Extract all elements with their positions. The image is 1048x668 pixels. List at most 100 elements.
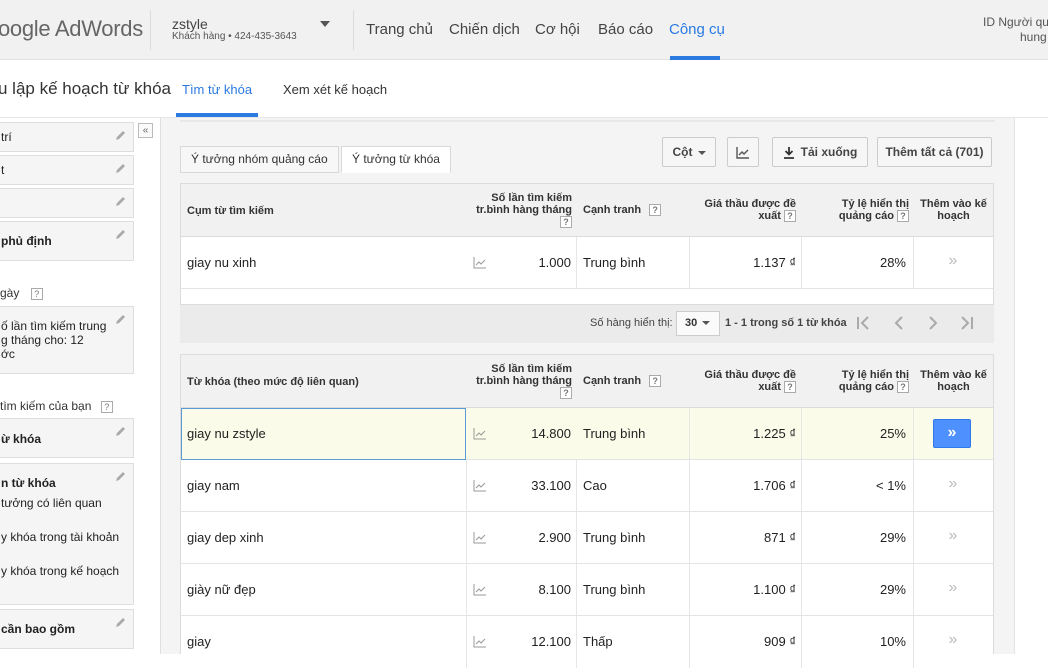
impression-share: 29% — [879, 530, 906, 545]
nav-tools[interactable]: Công cụ — [669, 21, 725, 38]
help-icon[interactable]: ? — [897, 210, 909, 223]
add-to-plan-button[interactable]: » — [944, 580, 962, 598]
collapse-sidebar-button[interactable]: « — [138, 123, 153, 138]
chart-toggle-button[interactable] — [727, 137, 759, 167]
col-ad-impression-share[interactable]: Tỷ lệ hiển thị quảng cáo ? — [805, 369, 909, 394]
pencil-icon[interactable] — [115, 195, 127, 207]
col-add-to-plan: Thêm vào kế hoạch — [916, 198, 991, 222]
range-text: 1 - 1 trong số 1 từ khóa — [725, 317, 847, 329]
rows-per-page-select[interactable]: 30 — [676, 311, 720, 336]
pencil-icon[interactable] — [115, 313, 127, 325]
help-icon[interactable]: ? — [560, 216, 572, 229]
avg-searches: 14.800 — [531, 426, 571, 441]
keyword-text[interactable]: giay nam — [187, 478, 240, 493]
help-icon[interactable]: ? — [100, 400, 113, 413]
nav-home[interactable]: Trang chủ — [366, 21, 433, 38]
help-icon[interactable]: ? — [30, 287, 43, 300]
tab-keyword-ideas[interactable]: Ý tưởng từ khóa — [341, 146, 451, 173]
sidebar-network[interactable] — [0, 188, 134, 218]
account-dropdown-icon[interactable] — [320, 21, 330, 27]
sidebar-date-range[interactable]: ố lần tìm kiếm trung g tháng cho: 12 ớc — [0, 306, 134, 374]
tab-ad-group-ideas[interactable]: Ý tưởng nhóm quảng cáo — [180, 146, 339, 173]
sidebar-language[interactable]: t — [0, 155, 134, 185]
add-to-plan-button[interactable]: » — [944, 253, 962, 271]
last-page-icon[interactable] — [958, 314, 976, 332]
trend-chart-icon[interactable] — [473, 428, 487, 440]
col-competition-label: Cạnh tranh — [583, 204, 642, 216]
col-suggested-bid[interactable]: Giá thầu được đề xuất ? — [691, 198, 796, 223]
pencil-icon[interactable] — [115, 228, 127, 240]
tab-review-plan[interactable]: Xem xét kế hoạch — [283, 82, 387, 97]
table-header: Từ khóa (theo mức độ liên quan) Số lần t… — [181, 355, 993, 408]
col-bid-line2: xuất — [758, 381, 781, 393]
first-page-icon[interactable] — [854, 314, 872, 332]
table-row: giay dep xinh 2.900 Trung bình 871 ₫ 29%… — [181, 512, 993, 564]
subtab-active-indicator — [176, 113, 258, 117]
col-avg-searches-line2: tr.bình hàng tháng — [476, 375, 572, 387]
keyword-ideas-table: Từ khóa (theo mức độ liên quan) Số lần t… — [180, 354, 994, 668]
col-competition[interactable]: Cạnh tranh ? — [583, 204, 662, 217]
keyword-text[interactable]: giay — [187, 634, 211, 649]
suggested-bid: 871 ₫ — [764, 530, 796, 545]
help-icon[interactable]: ? — [897, 381, 909, 394]
trend-chart-icon[interactable] — [473, 584, 487, 596]
column-divider — [801, 616, 802, 668]
nav-opportunities[interactable]: Cơ hội — [535, 21, 580, 38]
col-competition[interactable]: Cạnh tranh ? — [583, 375, 662, 388]
add-to-plan-button[interactable]: » — [944, 528, 962, 546]
trend-chart-icon[interactable] — [473, 257, 487, 269]
columns-button[interactable]: Cột — [662, 137, 716, 167]
trend-chart-icon[interactable] — [473, 636, 487, 648]
keyword-text[interactable]: giay nu zstyle — [187, 426, 266, 441]
keyword-text[interactable]: giay nu xinh — [187, 255, 256, 270]
adwords-logo[interactable]: oogle AdWords — [0, 16, 143, 42]
col-suggested-bid[interactable]: Giá thầu được đề xuất ? — [691, 369, 796, 394]
pencil-icon[interactable] — [115, 425, 127, 437]
nav-campaigns[interactable]: Chiến dịch — [449, 21, 520, 38]
help-icon[interactable]: ? — [784, 210, 796, 223]
previous-page-icon[interactable] — [890, 314, 908, 332]
suggested-bid: 1.100 ₫ — [753, 582, 796, 597]
tab-find-keywords[interactable]: Tìm từ khóa — [182, 82, 252, 97]
sidebar-keyword-filters[interactable]: ừ khóa — [0, 418, 134, 458]
impression-share: 29% — [879, 582, 906, 597]
add-to-plan-button[interactable]: » — [944, 476, 962, 494]
table-row: giày nữ đẹp 8.100 Trung bình 1.100 ₫ 29%… — [181, 564, 993, 616]
pencil-icon[interactable] — [115, 162, 127, 174]
sidebar-location[interactable]: trí — [0, 122, 134, 152]
download-button[interactable]: Tải xuống — [772, 137, 868, 167]
help-icon[interactable]: ? — [784, 381, 796, 394]
keyword-text[interactable]: giày nữ đẹp — [187, 582, 256, 597]
trend-chart-icon[interactable] — [473, 532, 487, 544]
column-divider — [689, 460, 690, 511]
help-icon[interactable]: ? — [649, 204, 662, 217]
next-page-icon[interactable] — [924, 314, 942, 332]
sidebar-negative-keywords[interactable]: phủ định — [0, 221, 134, 261]
column-divider — [801, 512, 802, 563]
user-info[interactable]: ID Người qu hung — [983, 15, 1048, 45]
col-ad-impression-share[interactable]: Tỷ lệ hiển thị quảng cáo ? — [805, 198, 909, 223]
add-to-plan-button[interactable]: » — [933, 419, 971, 448]
competition: Trung bình — [583, 255, 646, 270]
help-icon[interactable]: ? — [560, 387, 572, 400]
help-icon[interactable]: ? — [649, 375, 662, 388]
add-to-plan-button[interactable]: » — [944, 632, 962, 650]
col-search-term[interactable]: Cụm từ tìm kiếm — [187, 205, 274, 217]
sidebar-keyword-options[interactable]: n từ khóa tưởng có liên quan y khóa tron… — [0, 463, 134, 605]
pencil-icon[interactable] — [115, 470, 127, 482]
sidebar-include-keywords[interactable]: cần bao gồm — [0, 609, 134, 649]
pencil-icon[interactable] — [115, 129, 127, 141]
col-avg-searches[interactable]: Số lần tìm kiếm tr.bình hàng tháng ? — [466, 192, 572, 229]
pencil-icon[interactable] — [115, 616, 127, 628]
vertical-scrollbar[interactable] — [1014, 118, 1048, 654]
trend-chart-icon[interactable] — [473, 480, 487, 492]
account-name[interactable]: zstyle — [172, 16, 208, 32]
column-divider — [689, 237, 690, 288]
add-all-button[interactable]: Thêm tất cả (701) — [877, 137, 992, 167]
column-divider — [576, 564, 577, 615]
column-divider — [913, 237, 914, 288]
col-avg-searches[interactable]: Số lần tìm kiếm tr.bình hàng tháng ? — [466, 363, 572, 400]
col-keyword[interactable]: Từ khóa (theo mức độ liên quan) — [187, 376, 359, 388]
nav-reports[interactable]: Báo cáo — [598, 21, 653, 38]
keyword-text[interactable]: giay dep xinh — [187, 530, 264, 545]
